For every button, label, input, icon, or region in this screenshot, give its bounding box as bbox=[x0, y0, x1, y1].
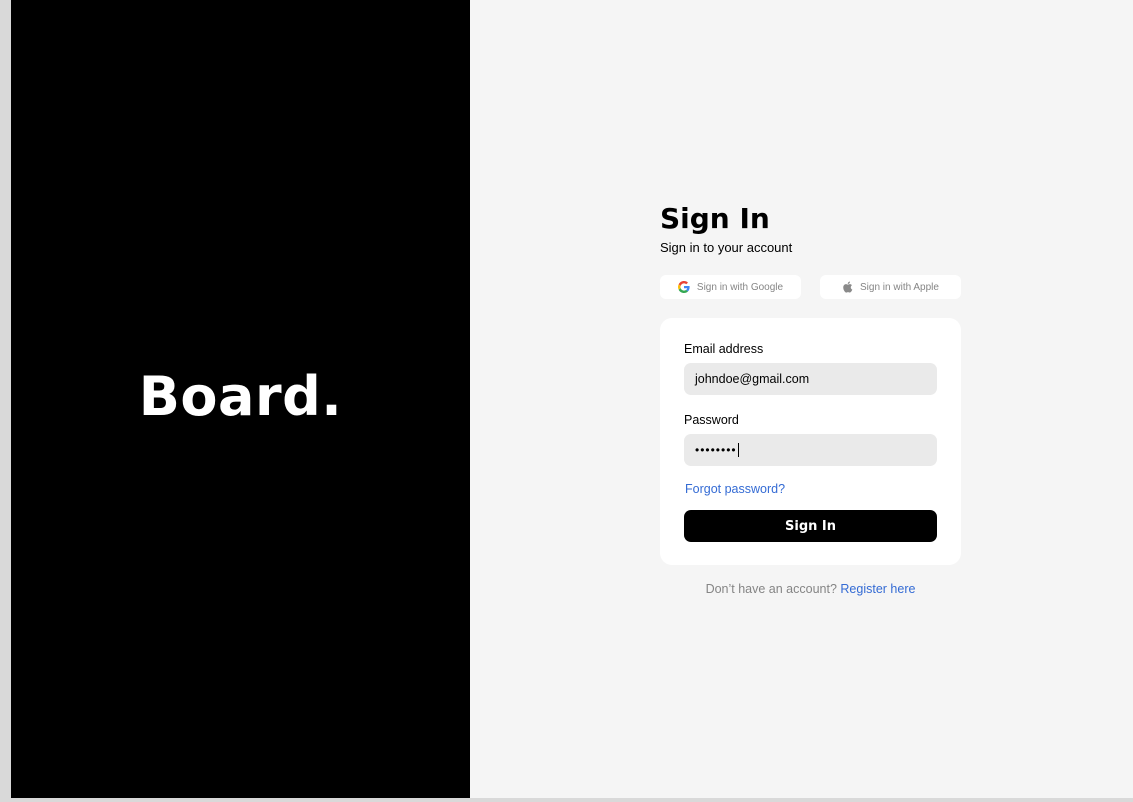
password-value: •••••••• bbox=[695, 443, 737, 457]
google-signin-button[interactable]: Sign in with Google bbox=[660, 275, 801, 299]
email-label: Email address bbox=[684, 342, 764, 356]
register-prompt: Don’t have an account? Register here bbox=[660, 582, 961, 596]
apple-icon bbox=[842, 281, 853, 293]
brand-logo: Board. bbox=[138, 364, 343, 428]
email-field[interactable]: johndoe@gmail.com bbox=[684, 363, 937, 395]
register-link[interactable]: Register here bbox=[840, 582, 915, 596]
signin-panel: Sign In Sign in to your account Sign in … bbox=[470, 0, 1133, 798]
password-field[interactable]: •••••••• bbox=[684, 434, 937, 466]
social-signin-row: Sign in with Google Sign in with Apple bbox=[660, 275, 961, 299]
apple-signin-label: Sign in with Apple bbox=[860, 281, 939, 293]
app-frame: Board. Sign In Sign in to your account S… bbox=[11, 0, 1133, 798]
signin-container: Sign In Sign in to your account Sign in … bbox=[660, 202, 961, 596]
brand-panel: Board. bbox=[11, 0, 470, 798]
password-label: Password bbox=[684, 413, 739, 427]
page-subtitle: Sign in to your account bbox=[660, 240, 793, 255]
forgot-password-link[interactable]: Forgot password? bbox=[685, 482, 785, 496]
google-icon bbox=[677, 281, 690, 293]
page-title: Sign In bbox=[660, 202, 770, 235]
no-account-text: Don’t have an account? bbox=[705, 582, 837, 596]
email-value: johndoe@gmail.com bbox=[695, 372, 810, 386]
signin-form-card: Email address johndoe@gmail.com Password… bbox=[660, 318, 961, 565]
apple-signin-button[interactable]: Sign in with Apple bbox=[820, 275, 961, 299]
signin-button[interactable]: Sign In bbox=[684, 510, 937, 542]
text-caret bbox=[737, 443, 739, 457]
google-signin-label: Sign in with Google bbox=[696, 281, 784, 293]
